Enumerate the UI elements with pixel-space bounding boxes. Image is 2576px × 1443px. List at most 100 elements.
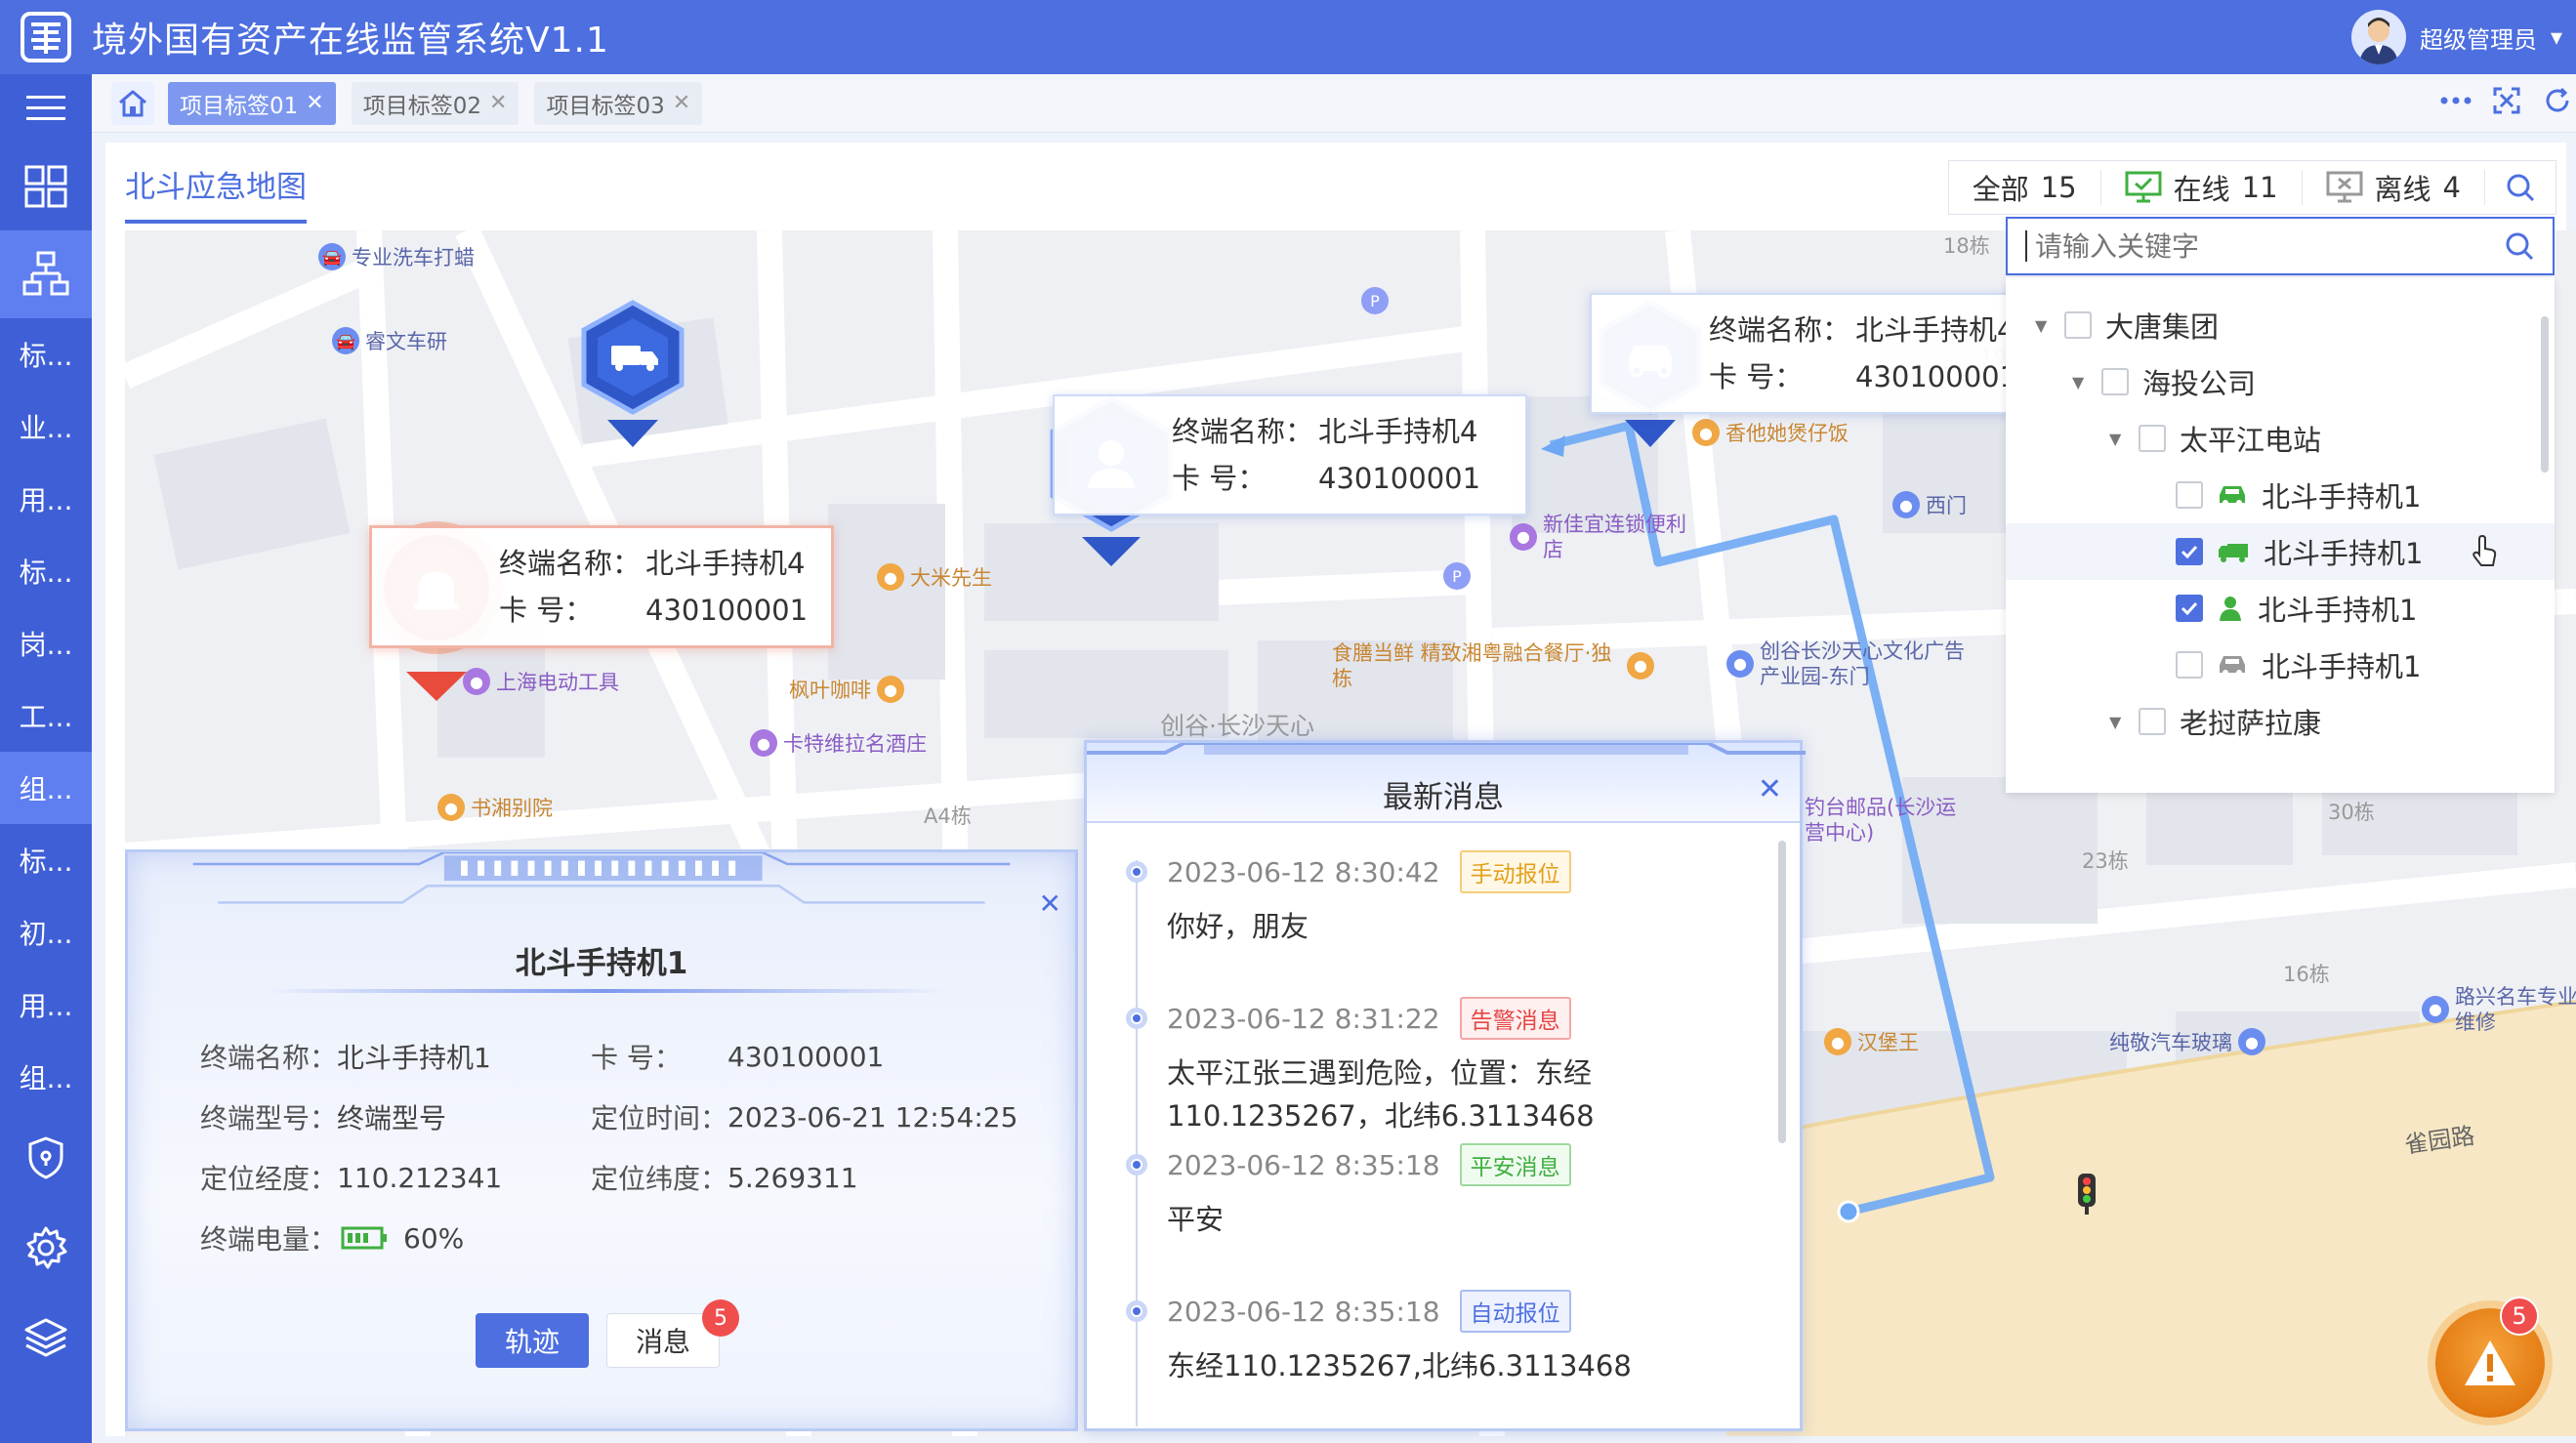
keyword-search[interactable]: [2006, 217, 2555, 275]
sidebar-item-7[interactable]: 组...: [0, 752, 92, 824]
close-icon[interactable]: ✕: [673, 91, 690, 115]
sidebar-item-3[interactable]: 用...: [0, 463, 92, 535]
model-label: 终端型号：: [200, 1102, 338, 1134]
checkbox[interactable]: [2176, 481, 2203, 509]
tree-node-haitou[interactable]: ▼ 海投公司: [2006, 353, 2555, 410]
sidebar-item-1[interactable]: 标...: [0, 318, 92, 391]
dashboard-icon[interactable]: [0, 143, 92, 230]
message-item[interactable]: 2023-06-12 8:31:22 告警消息 太平江张三遇到危险，位置：东经11…: [1126, 997, 1790, 1137]
sidebar-item-8[interactable]: 标...: [0, 824, 92, 896]
checkbox[interactable]: [2176, 651, 2203, 679]
home-icon[interactable]: [111, 81, 154, 125]
checkbox[interactable]: [2139, 708, 2166, 735]
filter-all[interactable]: 全部 15: [1949, 170, 2101, 206]
sidebar-item-4[interactable]: 标...: [0, 535, 92, 607]
tab-project-01[interactable]: 项目标签01 ✕: [168, 81, 336, 125]
poi-label: 18栋: [1943, 234, 1990, 258]
sidebar-item-2[interactable]: 业...: [0, 391, 92, 463]
org-icon[interactable]: [0, 230, 92, 318]
poi-16: 16栋: [2283, 959, 2330, 988]
poi-shuxiang[interactable]: ● 书湘别院: [437, 793, 553, 822]
caret-down-icon[interactable]: ▼: [2109, 430, 2125, 448]
sidebar-item-5[interactable]: 岗...: [0, 607, 92, 680]
sidebar: 标... 业... 用... 标... 岗... 工... 组... 标... …: [0, 74, 92, 1443]
truck-marker[interactable]: [574, 299, 691, 459]
poi-car-wash[interactable]: 🚘 专业洗车打蜡: [318, 242, 475, 271]
filter-online[interactable]: 在线 11: [2101, 170, 2303, 206]
caret-down-icon[interactable]: ▼: [2109, 713, 2125, 731]
sidebar-item-10[interactable]: 用...: [0, 969, 92, 1041]
caret-down-icon[interactable]: ▼: [2035, 316, 2051, 335]
message-text: 平安: [1167, 1203, 1225, 1236]
checkbox[interactable]: [2139, 425, 2166, 452]
scrollbar[interactable]: [2541, 316, 2549, 473]
tree-node-datang[interactable]: ▼ 大唐集团: [2006, 297, 2555, 353]
poi-glass[interactable]: 纯敬汽车玻璃 ●: [2109, 1027, 2265, 1056]
monitor-online-icon: [2125, 171, 2162, 203]
shield-icon[interactable]: [0, 1113, 92, 1203]
search-toggle[interactable]: [2485, 170, 2555, 205]
close-icon[interactable]: ✕: [1039, 887, 1061, 920]
track-button[interactable]: 轨迹: [476, 1313, 589, 1368]
poi-maple-coffee[interactable]: 枫叶咖啡 ●: [789, 675, 904, 704]
poi-chuanggu-east[interactable]: ● 创谷长沙天心文化广告产业园-东门: [1726, 639, 1971, 689]
tab-project-02[interactable]: 项目标签02 ✕: [351, 81, 519, 125]
poi-label: 专业洗车打蜡: [352, 246, 475, 269]
more-icon[interactable]: [2437, 82, 2474, 119]
tree-label: 太平江电站: [2180, 424, 2322, 457]
poi-baozaifan[interactable]: ● 香他她煲仔饭: [1692, 418, 1849, 447]
poi-convenience[interactable]: ● 新佳宜连锁便利店: [1510, 512, 1695, 562]
poi-luxing[interactable]: ● 路兴名车专业维修: [2422, 984, 2576, 1035]
checkbox-checked[interactable]: [2176, 538, 2203, 565]
tree-device-car[interactable]: 北斗手持机1: [2006, 467, 2555, 523]
message-item[interactable]: 2023-06-12 8:35:18 自动报位 东经110.1235267,北纬6…: [1126, 1290, 1790, 1387]
tab-project-03[interactable]: 项目标签03 ✕: [534, 81, 703, 125]
gear-icon[interactable]: [0, 1203, 92, 1293]
poi-winery[interactable]: ● 卡特维拉名酒庄: [750, 728, 927, 758]
tip-value: 430100001: [1855, 360, 2018, 393]
page-title[interactable]: 北斗应急地图: [125, 162, 307, 224]
sidebar-item-9[interactable]: 初...: [0, 896, 92, 969]
tree-device-car-offline[interactable]: 北斗手持机1: [2006, 637, 2555, 693]
poi-burgerking[interactable]: ● 汉堡王: [1824, 1027, 1919, 1056]
message-item[interactable]: 2023-06-12 8:30:42 手动报位 你好，朋友: [1126, 850, 1790, 948]
poi-label: 23栋: [2082, 849, 2129, 873]
tree-node-laos[interactable]: ▼ 老挝萨拉康: [2006, 693, 2555, 750]
fullscreen-icon[interactable]: [2488, 82, 2525, 119]
online-label: 在线: [2173, 173, 2230, 206]
tree-device-truck[interactable]: 北斗手持机1: [2006, 523, 2555, 580]
close-icon[interactable]: ✕: [306, 91, 323, 115]
panel-header-decoration: [192, 852, 1011, 904]
caret-down-icon[interactable]: ▼: [2072, 373, 2088, 392]
message-time: 2023-06-12 8:31:22: [1167, 1002, 1440, 1035]
user-menu[interactable]: 超级管理员 ▾: [2350, 0, 2562, 74]
checkbox[interactable]: [2064, 311, 2092, 339]
refresh-icon[interactable]: [2539, 82, 2576, 119]
card-label: 卡 号：: [591, 1042, 682, 1074]
filter-offline[interactable]: 离线 4: [2303, 170, 2485, 206]
tree-device-person[interactable]: 北斗手持机1: [2006, 580, 2555, 637]
poi-label: A4栋: [924, 804, 972, 828]
search-icon: [2507, 174, 2535, 202]
search-input[interactable]: [2033, 228, 2504, 264]
menu-icon[interactable]: [0, 74, 92, 143]
model-value: 终端型号: [337, 1102, 447, 1134]
close-icon[interactable]: ✕: [1758, 772, 1782, 806]
message-item[interactable]: 2023-06-12 8:35:18 平安消息 平安: [1126, 1143, 1790, 1241]
poi-damixiansheng[interactable]: ● 大米先生: [877, 562, 992, 592]
layers-icon[interactable]: [0, 1293, 92, 1382]
poi-ruiwen[interactable]: 🚘 睿文车研: [332, 326, 447, 355]
tip-label: 终端名称：: [499, 547, 642, 580]
tree-node-taipingjiang[interactable]: ▼ 太平江电站: [2006, 410, 2555, 467]
lng-value: 110.212341: [337, 1161, 503, 1194]
close-icon[interactable]: ✕: [489, 91, 507, 115]
poi-restaurant[interactable]: 食膳当鲜 精致湘粤融合餐厅·独栋 ●: [1332, 640, 1654, 691]
checkbox-checked[interactable]: [2176, 595, 2203, 622]
sidebar-item-6[interactable]: 工...: [0, 680, 92, 752]
checkbox[interactable]: [2101, 368, 2129, 395]
poi-diaotai[interactable]: 钓台邮品(长沙运营中心): [1805, 795, 1971, 845]
poi-west-gate[interactable]: ● 西门: [1892, 490, 1967, 519]
poi-label: 钓台邮品(长沙运营中心): [1805, 796, 1957, 845]
search-icon[interactable]: [2504, 230, 2535, 262]
sidebar-item-11[interactable]: 组...: [0, 1041, 92, 1113]
